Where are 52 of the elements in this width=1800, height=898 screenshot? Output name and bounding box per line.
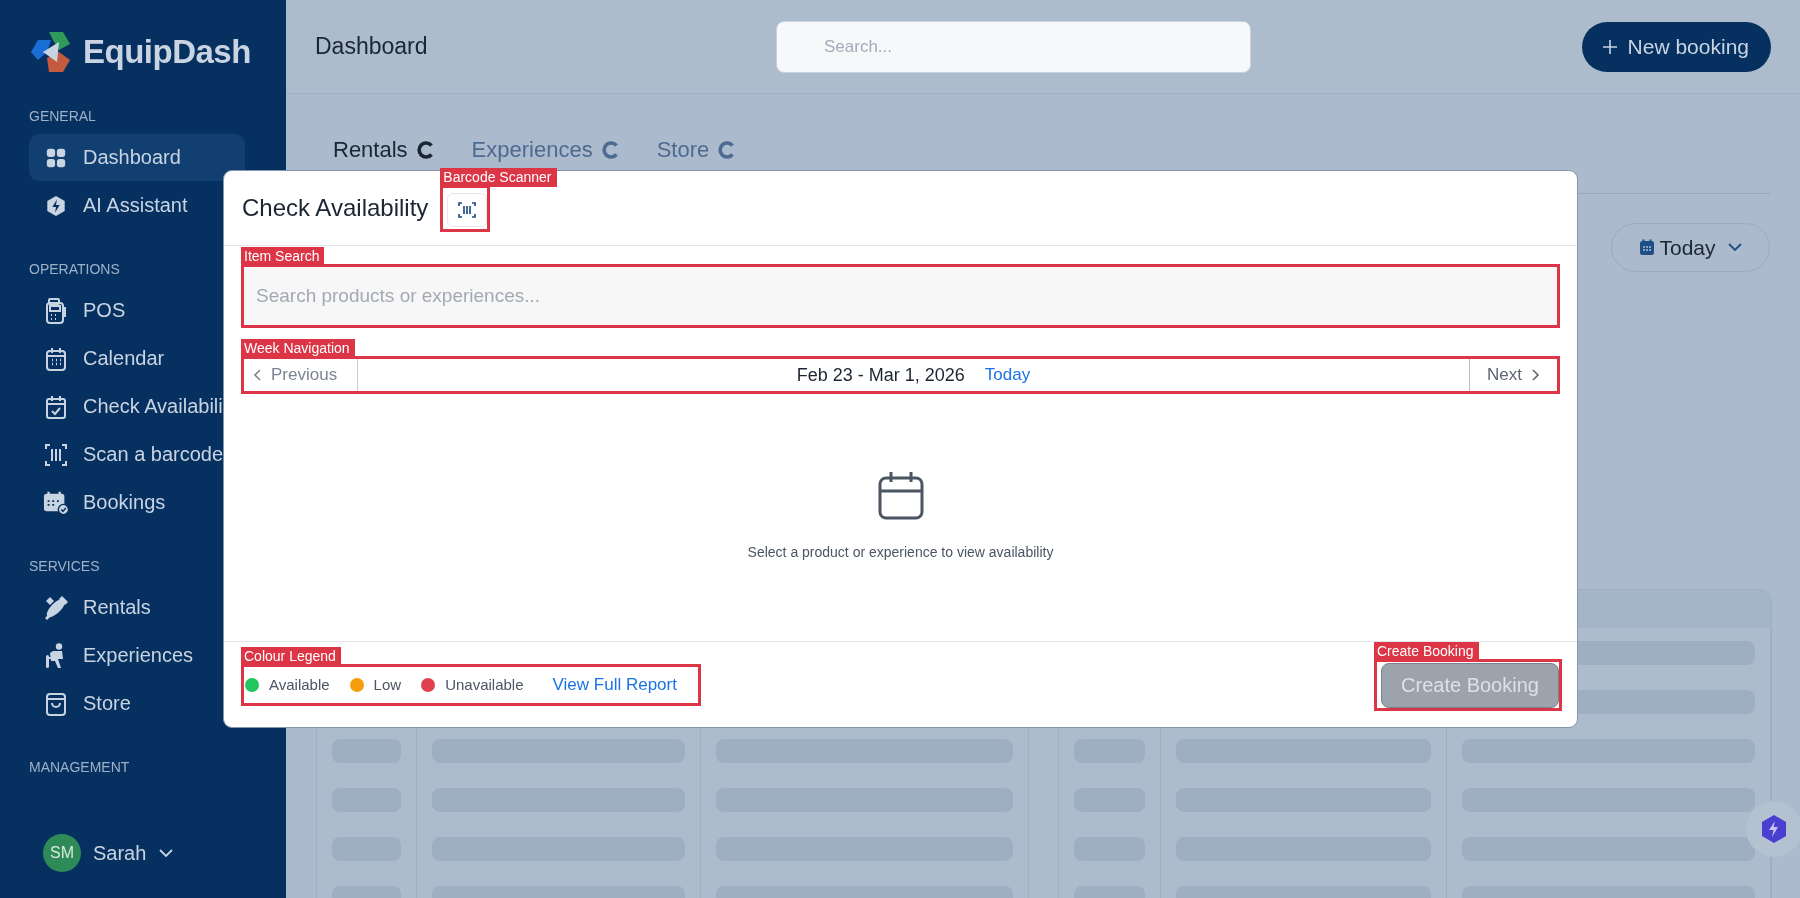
- dialog-title: Check Availability: [242, 194, 429, 222]
- search-field[interactable]: Search...: [776, 20, 1251, 73]
- page-title: Dashboard: [315, 33, 429, 60]
- barcode-scan-icon: [458, 201, 477, 218]
- shopping-bag-icon: [45, 691, 67, 716]
- barcode-scan-icon: [45, 442, 67, 467]
- sidebar-item[interactable]: Check Availabili: [29, 383, 245, 430]
- calendar-check-icon: [45, 394, 67, 419]
- user-name[interactable]: Sarah: [93, 841, 147, 865]
- calendar-icon: [45, 346, 67, 371]
- view-full-report-link[interactable]: View Full Report: [552, 674, 677, 695]
- plus-icon: [1601, 38, 1618, 55]
- grid-icon: [45, 146, 67, 169]
- empty-state-message: Select a product or experience to view availability: [747, 544, 1054, 560]
- sidebar-item[interactable]: Dashboard: [29, 134, 245, 181]
- section-heading: SERVICES: [29, 557, 100, 576]
- calendar-check-icon: [43, 489, 69, 516]
- sidebar-item[interactable]: Scan a barcode: [29, 431, 245, 478]
- calendar-icon: [1639, 239, 1656, 256]
- hexagon-bolt-icon: [1761, 814, 1787, 844]
- legend-label: Unavailable: [445, 676, 524, 693]
- chevron-down-icon: [1727, 243, 1742, 252]
- section-heading: GENERAL: [29, 107, 96, 126]
- barcode-scanner-button[interactable]: [447, 192, 488, 227]
- brand-name: EquipDash: [83, 33, 251, 71]
- card-terminal-icon: [45, 297, 67, 324]
- sidebar-item[interactable]: Rentals: [29, 584, 245, 631]
- search-field[interactable]: Search products or experiences...: [244, 267, 1557, 325]
- annotation-label: Item Search: [241, 247, 325, 266]
- spinner-icon: [416, 141, 434, 159]
- annotation-label: Create Booking: [1374, 641, 1479, 661]
- sidebar-item[interactable]: POS: [29, 287, 245, 334]
- spinner-icon: [601, 141, 619, 159]
- week-range: Feb 23 - Mar 1, 2026: [796, 364, 965, 386]
- legend-label: Available: [269, 676, 330, 693]
- sidebar-item[interactable]: Bookings: [29, 479, 245, 526]
- new-booking-button[interactable]: New booking: [1581, 21, 1771, 72]
- today-link[interactable]: Today: [984, 365, 1031, 385]
- chevron-down-icon[interactable]: [158, 848, 175, 858]
- assistant-button[interactable]: [1746, 801, 1800, 857]
- section-heading: OPERATIONS: [29, 260, 120, 279]
- section-heading: MANAGEMENT: [29, 758, 130, 777]
- annotation-label: Colour Legend: [241, 646, 341, 666]
- chevron-right-icon: [1532, 369, 1540, 381]
- logo-icon: [29, 30, 73, 74]
- sidebar-item[interactable]: Store: [29, 680, 245, 727]
- chevron-left-icon: [254, 369, 261, 381]
- spinner-icon: [718, 141, 736, 159]
- hexagon-bolt-icon: [45, 194, 67, 217]
- annotation-label: Week Navigation: [241, 339, 355, 358]
- paddle-icon: [43, 594, 69, 621]
- legend-label: Low: [373, 676, 402, 693]
